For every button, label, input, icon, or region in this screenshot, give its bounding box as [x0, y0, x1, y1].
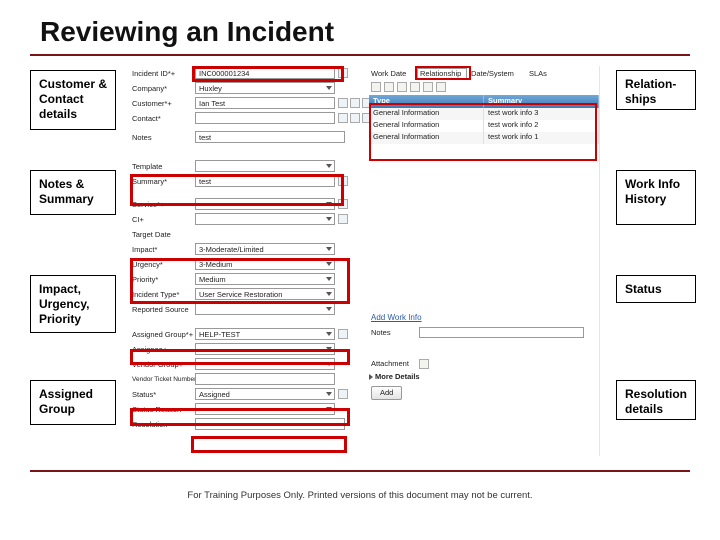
- template-input[interactable]: [195, 160, 335, 172]
- page-title: Reviewing an Incident: [40, 16, 334, 48]
- highlight-resolution: [191, 436, 347, 453]
- callout-notes: Notes & Summary: [30, 170, 116, 215]
- company-input[interactable]: Huxley: [195, 82, 335, 94]
- assignee-select[interactable]: [195, 343, 335, 355]
- print-icon[interactable]: [436, 82, 446, 92]
- reported-source-select[interactable]: [195, 303, 335, 315]
- callout-customer: Customer & Contact details: [30, 70, 116, 130]
- summary-input[interactable]: test: [195, 175, 335, 187]
- pencil-icon[interactable]: [371, 82, 381, 92]
- incident-type-select[interactable]: User Service Restoration: [195, 288, 335, 300]
- callout-impact: Impact, Urgency, Priority: [30, 275, 116, 333]
- incident-id-input[interactable]: INC000001234: [195, 67, 335, 79]
- expand-icon[interactable]: [338, 176, 348, 186]
- vendor-ticket-input[interactable]: [195, 373, 335, 385]
- incident-form-screenshot: Work Date Relationship Date/System SLAs …: [130, 66, 600, 456]
- footnote: For Training Purposes Only. Printed vers…: [0, 490, 720, 501]
- highlight-relationship: [415, 66, 471, 80]
- callout-status: Status: [616, 275, 696, 303]
- urgency-select[interactable]: 3-Medium: [195, 258, 335, 270]
- search-icon[interactable]: [338, 214, 348, 224]
- incident-id-label: Incident ID*+: [130, 69, 195, 78]
- ci-input[interactable]: [195, 213, 335, 225]
- resolution-input[interactable]: [195, 418, 345, 430]
- menu-icon[interactable]: [338, 389, 348, 399]
- callout-workinfo: Work Info History: [616, 170, 696, 225]
- attach-icon[interactable]: [410, 82, 420, 92]
- top-rule: [30, 54, 690, 56]
- callout-relationships: Relation-ships: [616, 70, 696, 110]
- search-icon[interactable]: [338, 98, 348, 108]
- service-input[interactable]: [195, 198, 335, 210]
- search-icon[interactable]: [338, 68, 348, 78]
- row-status-reason: Status Reason: [130, 402, 599, 416]
- attachment-icon[interactable]: [419, 359, 429, 369]
- priority-select[interactable]: Medium: [195, 273, 335, 285]
- impact-select[interactable]: 3-Moderate/Limited: [195, 243, 335, 255]
- status-select[interactable]: Assigned: [195, 388, 335, 400]
- sla-label: SLAs: [527, 69, 555, 78]
- view-icon[interactable]: [423, 82, 433, 92]
- add-work-info-link[interactable]: Add Work Info: [369, 309, 599, 326]
- work-notes-input[interactable]: [419, 327, 584, 338]
- add-button[interactable]: Add: [371, 386, 402, 400]
- more-details-toggle[interactable]: More Details: [369, 370, 599, 383]
- row-resolution: Resolution: [130, 417, 599, 431]
- chevron-right-icon: [369, 374, 373, 380]
- highlight-work-info: [369, 103, 597, 161]
- callout-resolution: Resolution details: [616, 380, 696, 420]
- attachment-row: Attachment: [369, 357, 599, 370]
- search-icon[interactable]: [338, 329, 348, 339]
- date-system-label: Date/System: [467, 69, 527, 78]
- page-icon[interactable]: [350, 98, 360, 108]
- page-icon[interactable]: [350, 113, 360, 123]
- work-date-label: Work Date: [369, 69, 417, 78]
- work-info-panel: Work Date Relationship Date/System SLAs …: [369, 66, 599, 400]
- search-icon[interactable]: [338, 113, 348, 123]
- notes-input[interactable]: test: [195, 131, 345, 143]
- doc-icon[interactable]: [384, 82, 394, 92]
- notes-section: Notes: [369, 326, 599, 339]
- status-reason-select[interactable]: [195, 403, 335, 415]
- callout-assigned: Assigned Group: [30, 380, 116, 425]
- delete-icon[interactable]: [397, 82, 407, 92]
- customer-input[interactable]: Ian Test: [195, 97, 335, 109]
- contact-input[interactable]: [195, 112, 335, 124]
- assigned-group-select[interactable]: HELP-TEST: [195, 328, 335, 340]
- work-info-toolbar: [369, 80, 599, 92]
- bottom-rule: [30, 470, 690, 472]
- vendor-group-select[interactable]: [195, 358, 335, 370]
- search-icon[interactable]: [338, 199, 348, 209]
